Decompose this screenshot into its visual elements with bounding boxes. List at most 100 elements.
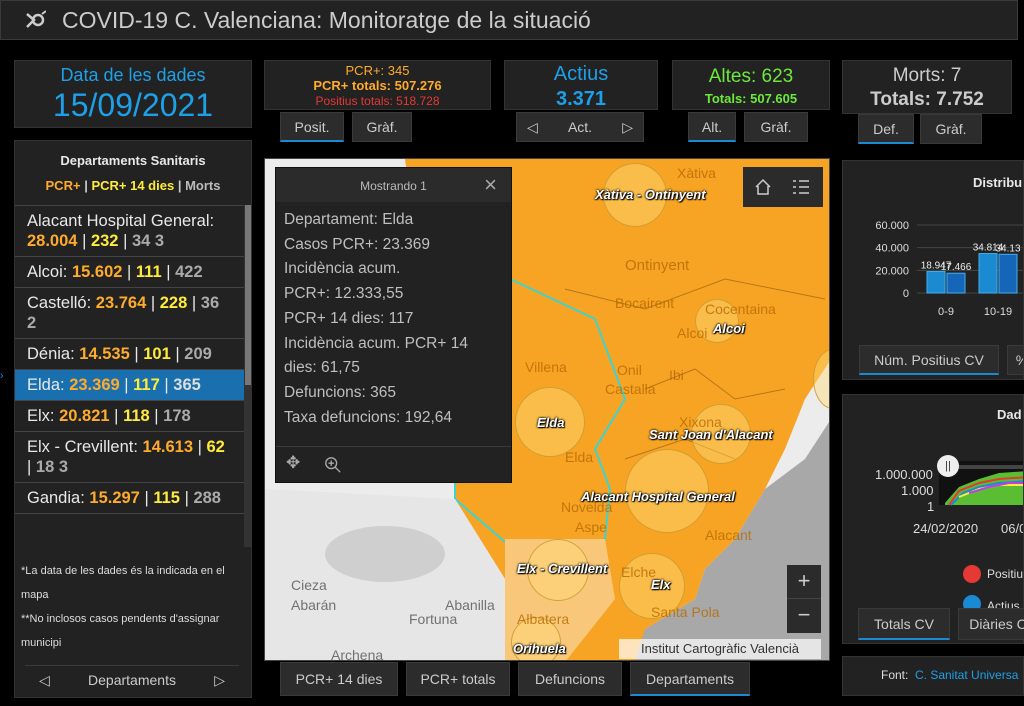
place-name: Bocairent — [615, 295, 675, 311]
tab-alt[interactable]: Alt. — [688, 112, 736, 142]
y-tick-label: 40.000 — [875, 243, 909, 255]
tab-graf-pcr[interactable]: Gràf. — [352, 112, 412, 142]
dept-morts: 178 — [163, 407, 191, 425]
bar — [926, 271, 946, 294]
dept-pcr14: 117 — [133, 376, 160, 394]
scrollbar-thumb[interactable] — [245, 205, 251, 385]
dept-pcr14: 101 — [143, 345, 171, 363]
tab-defuncions[interactable]: Defuncions — [518, 662, 622, 696]
dept-morts: 34 3 — [131, 232, 165, 250]
dept-label: Alacant Hospital General — [581, 489, 735, 504]
legend-pcr: PCR+ — [45, 178, 81, 193]
popup-line: PCR+ 14 dies: 117 — [284, 309, 414, 327]
info-popup: Mostrando 1 × Departament: Elda Casos PCR… — [275, 167, 512, 483]
dept-pcr14: 111 — [135, 263, 162, 281]
tab-pcr-totals[interactable]: PCR+ totals — [406, 662, 510, 696]
dept-morts: 422 — [175, 263, 203, 281]
range-slider-handle[interactable]: || — [937, 455, 959, 477]
tab-graf-altes[interactable]: Gràf. — [744, 112, 808, 142]
place-name: Aspe — [575, 519, 607, 535]
department-row[interactable]: Gandia: 15.297 | 115 | 288 — [15, 483, 244, 514]
chevron-right-icon[interactable]: ▷ — [622, 113, 633, 141]
font-link[interactable]: C. Sanitat Universa — [915, 668, 1018, 682]
place-name: Fortuna — [409, 611, 458, 627]
zoom-out-button[interactable]: − — [787, 599, 821, 633]
tab-graf-morts[interactable]: Gràf. — [920, 114, 982, 144]
dades-panel: Dad 1.000.000 1.000 1 || 24/02/2020 06/0… — [842, 394, 1024, 644]
dept-name: Elx - Crevillent: — [27, 438, 138, 456]
close-icon[interactable]: × — [484, 172, 497, 198]
tab-departaments[interactable]: Departaments — [630, 662, 750, 696]
date-panel: Data de les dades 15/09/2021 — [14, 60, 252, 128]
xtick: 06/0 — [1001, 521, 1024, 536]
place-name: Cocentaina — [705, 301, 776, 317]
place-name: Albatera — [517, 611, 570, 627]
dept-pcr14: 115 — [153, 489, 180, 507]
department-row[interactable]: Elda: 23.369 | 117 | 365 — [15, 370, 244, 401]
tab-num-positius[interactable]: Núm. Positius CV — [859, 345, 999, 375]
dept-sep: | — [184, 489, 189, 507]
department-row[interactable]: Alacant Hospital General: 28.004 | 232 |… — [15, 206, 244, 257]
scrollbar-track[interactable] — [244, 205, 251, 547]
department-row[interactable]: Alcoi: 15.602 | 111 | 422 — [15, 257, 244, 288]
map-view[interactable]: Xàtiva Ontinyent Bocairent Cocentaina Al… — [264, 158, 830, 661]
dept-morts: 18 3 — [35, 458, 69, 476]
tab-posit[interactable]: Posit. — [280, 112, 344, 142]
legend-list-icon[interactable] — [791, 177, 811, 197]
actius-nav-label: Act. — [567, 119, 593, 135]
place-name: Elda — [565, 449, 594, 465]
dept-label: Elda — [537, 415, 565, 430]
tab-partial[interactable]: % — [1007, 345, 1023, 375]
tab-def[interactable]: Def. — [858, 114, 914, 144]
page-title: COVID-19 C. Valenciana: Monitoratge de l… — [62, 7, 591, 33]
dept-pcr14: 232 — [90, 232, 119, 250]
tab-diaries[interactable]: Diàries C — [958, 608, 1024, 640]
zoom-in-button[interactable]: + — [787, 565, 821, 599]
dept-sep: | — [154, 407, 159, 425]
department-row[interactable]: Elx - Crevillent: 14.613 | 62 | 18 3 — [15, 432, 244, 483]
department-row[interactable]: Castelló: 23.764 | 228 | 36 2 — [15, 288, 244, 339]
home-icon[interactable] — [753, 177, 773, 197]
x-tick-label: 0-9 — [938, 306, 954, 318]
zoom-to-icon[interactable] — [324, 456, 342, 474]
positius-totals: Positius totals: 518.728 — [315, 94, 440, 108]
dept-name: Castelló: — [27, 294, 92, 312]
department-row[interactable]: Dénia: 14.535 | 101 | 209 — [15, 339, 244, 370]
bar-value-label: 34.13 — [995, 243, 1020, 254]
dept-label: Xàtiva - Ontinyent — [595, 187, 706, 202]
bar-value-label: 17.466 — [941, 262, 972, 273]
left-edge-arrow-icon[interactable]: › — [0, 370, 8, 384]
dept-name: Elx: — [27, 407, 55, 425]
pan-icon[interactable]: ✥ — [286, 453, 300, 473]
place-name: Santa Pola — [651, 604, 720, 620]
chevron-right-icon[interactable]: ▷ — [214, 666, 225, 694]
actius-panel: Actius 3.371 — [504, 60, 658, 110]
map-toolbar — [743, 167, 823, 207]
place-name: Abarán — [291, 597, 337, 613]
dept-label: Elx - Crevillent — [517, 561, 608, 576]
ytick: 1.000 — [901, 483, 934, 498]
chevron-left-icon[interactable]: ◁ — [527, 113, 538, 141]
tab-pcr14[interactable]: PCR+ 14 dies — [280, 662, 398, 696]
dept-sep: | — [191, 294, 197, 312]
tab-totals-cv[interactable]: Totals CV — [858, 608, 950, 640]
altes-panel: Altes: 623 Totals: 507.605 — [672, 60, 830, 110]
chevron-left-icon[interactable]: ◁ — [39, 666, 50, 694]
place-name: Archena — [331, 647, 384, 661]
tab-partial-mark: % — [1016, 352, 1023, 368]
morts-panel: Morts: 7 Totals: 7.752 — [842, 60, 1012, 114]
department-row[interactable]: Elx: 20.821 | 118 | 178 — [15, 401, 244, 432]
bar — [998, 253, 1018, 294]
dept-sep: | — [27, 458, 32, 476]
actius-label: Actius — [553, 63, 609, 85]
dept-name: Alcoi: — [27, 263, 68, 281]
popup-line: Incidència acum. — [284, 260, 401, 278]
dept-pcr14: 62 — [206, 438, 225, 456]
x-tick-label: 10-19 — [984, 306, 1012, 318]
font-panel: Font: C. Sanitat Universa — [842, 656, 1024, 696]
morts-label: Morts: 7 — [892, 65, 962, 86]
place-name: Villena — [525, 359, 567, 375]
dept-sep: | — [144, 489, 149, 507]
dept-sep: | — [150, 294, 156, 312]
dept-pcr: 14.535 — [79, 345, 130, 363]
